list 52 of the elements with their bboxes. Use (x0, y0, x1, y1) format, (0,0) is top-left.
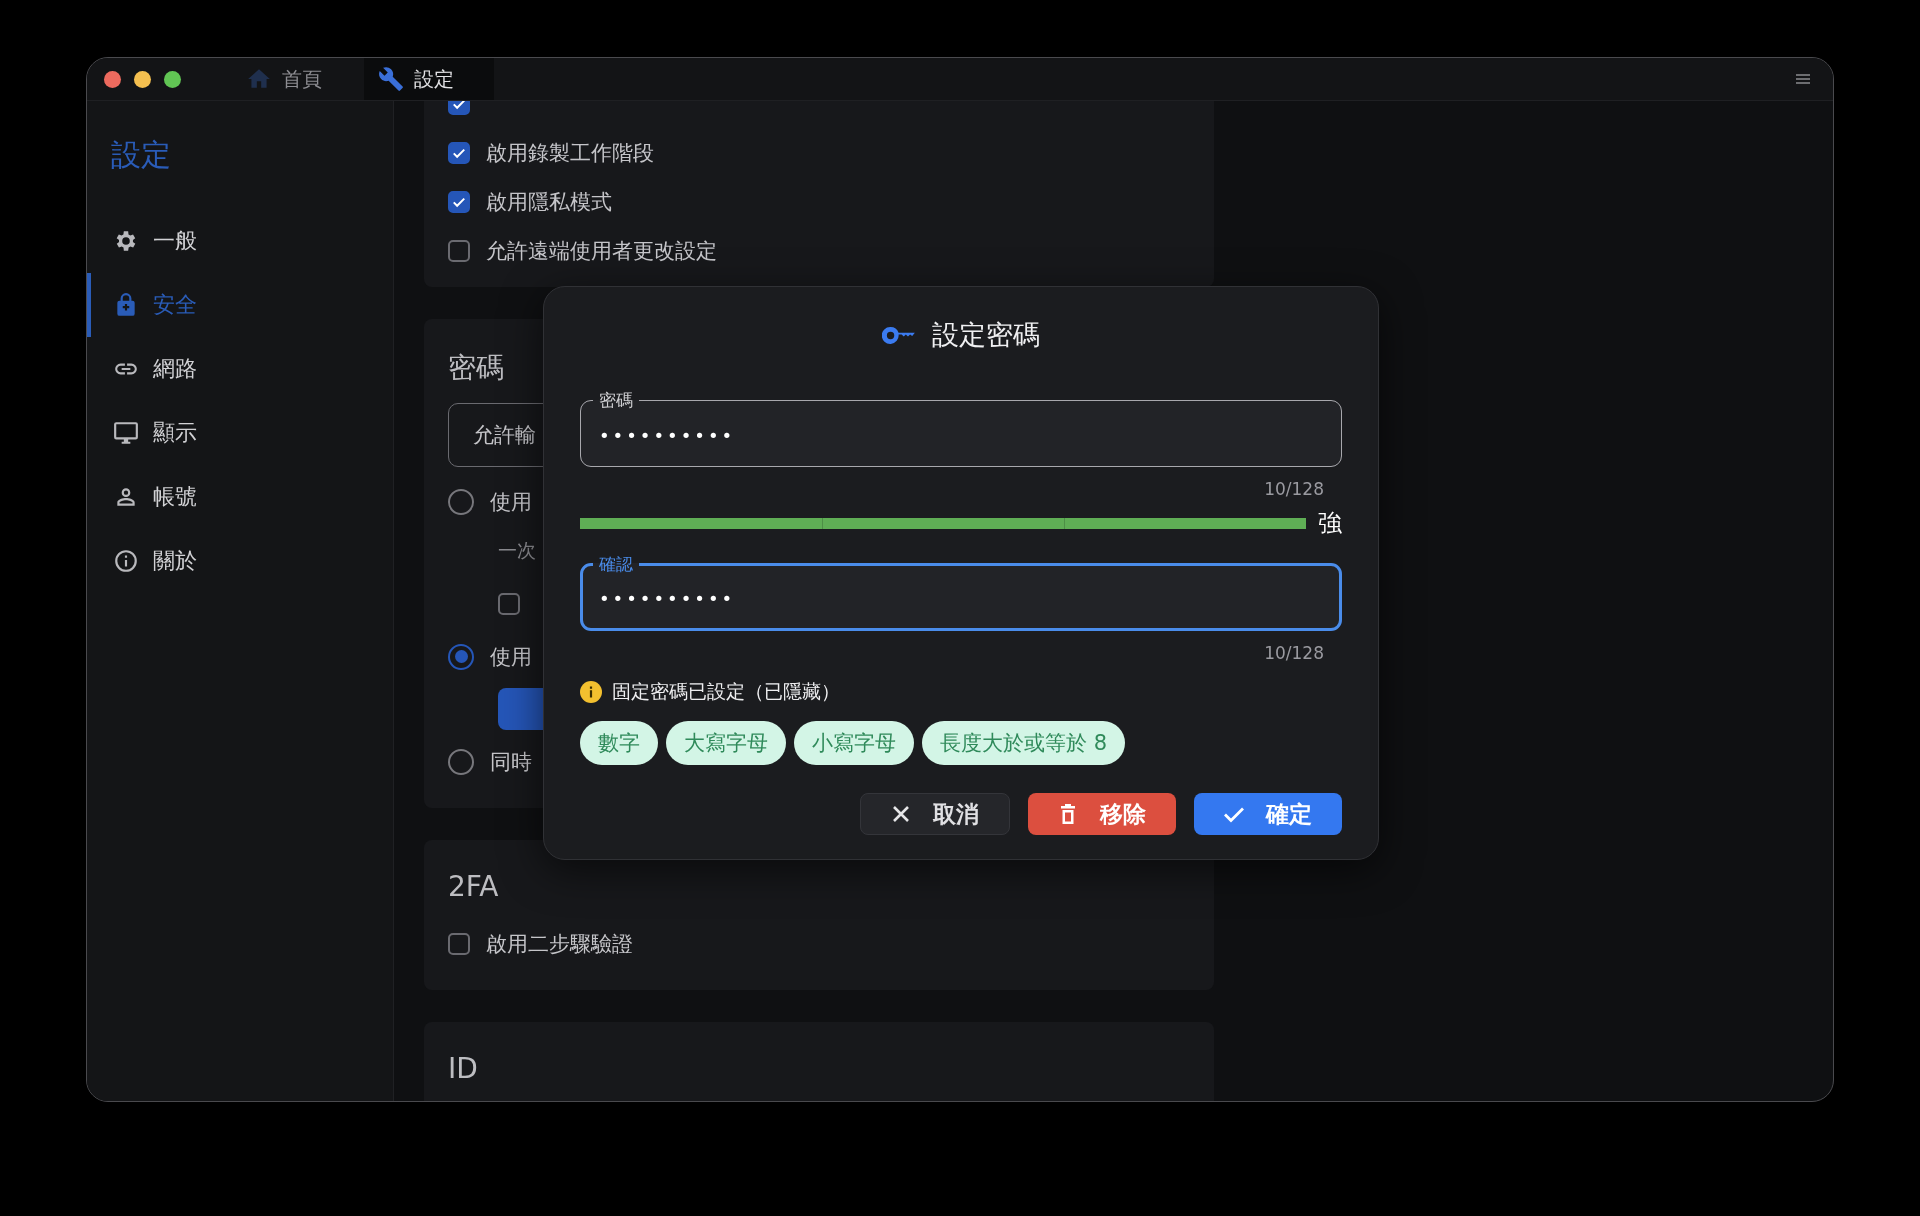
strength-label: 強 (1318, 508, 1342, 539)
field-label: 確認 (598, 553, 634, 575)
wrench-icon (378, 66, 404, 92)
field-label: 密碼 (598, 389, 634, 411)
confirm-button[interactable]: 確定 (1194, 793, 1342, 835)
section-title: 2FA (448, 869, 499, 905)
checkbox-label: 啟用隱私模式 (486, 188, 612, 216)
sidebar-item[interactable]: 一般 (87, 209, 393, 273)
checkbox-label: 啟用二步驟驗證 (486, 930, 633, 958)
radio-button[interactable] (448, 748, 474, 775)
checkbox[interactable] (448, 141, 470, 164)
sidebar-item[interactable]: 帳號 (87, 465, 393, 529)
notice-text: 固定密碼已設定（已隱藏） (612, 679, 840, 704)
checkbox[interactable] (498, 593, 520, 615)
tab[interactable]: 首頁 (224, 58, 344, 100)
section-title: 密碼 (448, 350, 504, 386)
sidebar-item[interactable]: 關於 (87, 529, 393, 593)
radio-label: 同時 (490, 748, 532, 776)
requirement-tag: 數字 (580, 721, 658, 765)
checkbox-label: 允許遠端使用者更改設定 (486, 237, 717, 265)
dialog-title: 設定密碼 (932, 318, 1040, 352)
sidebar-title: 設定 (110, 136, 172, 174)
checkbox[interactable] (448, 190, 470, 213)
radio-label: 使用 (490, 488, 532, 516)
checkbox[interactable] (448, 932, 470, 955)
radio-button[interactable] (448, 488, 474, 515)
sidebar-item[interactable]: 顯示 (87, 401, 393, 465)
remove-button[interactable]: 移除 (1028, 793, 1176, 835)
menu-icon[interactable] (1795, 73, 1811, 85)
requirement-tag: 小寫字母 (794, 721, 914, 765)
minimize-button[interactable] (134, 70, 151, 88)
character-counter: 10/128 (1263, 478, 1325, 501)
monitor-icon (113, 420, 139, 446)
radio-label: 使用 (490, 643, 532, 671)
sidebar-item[interactable]: 網路 (87, 337, 393, 401)
info-icon (113, 548, 139, 574)
hint-text: 一次 (498, 538, 536, 563)
character-counter: 10/128 (1263, 642, 1325, 665)
cancel-button[interactable]: 取消 (860, 793, 1010, 835)
key-icon (882, 325, 916, 345)
info-icon (580, 681, 602, 703)
password-field[interactable]: 密碼 •••••••••• (580, 389, 1342, 467)
requirement-tag: 大寫字母 (666, 721, 786, 765)
password-field[interactable]: 確認 •••••••••• (580, 553, 1342, 631)
checkbox[interactable] (448, 239, 470, 262)
radio-button[interactable] (448, 643, 474, 670)
tab[interactable]: 設定 (364, 58, 494, 100)
maximize-button[interactable] (164, 70, 181, 88)
close-button[interactable] (104, 70, 121, 88)
section-title: ID (448, 1051, 478, 1087)
requirement-tag: 長度大於或等於 8 (922, 721, 1126, 765)
checkbox-label: 啟用錄製工作階段 (486, 139, 654, 167)
